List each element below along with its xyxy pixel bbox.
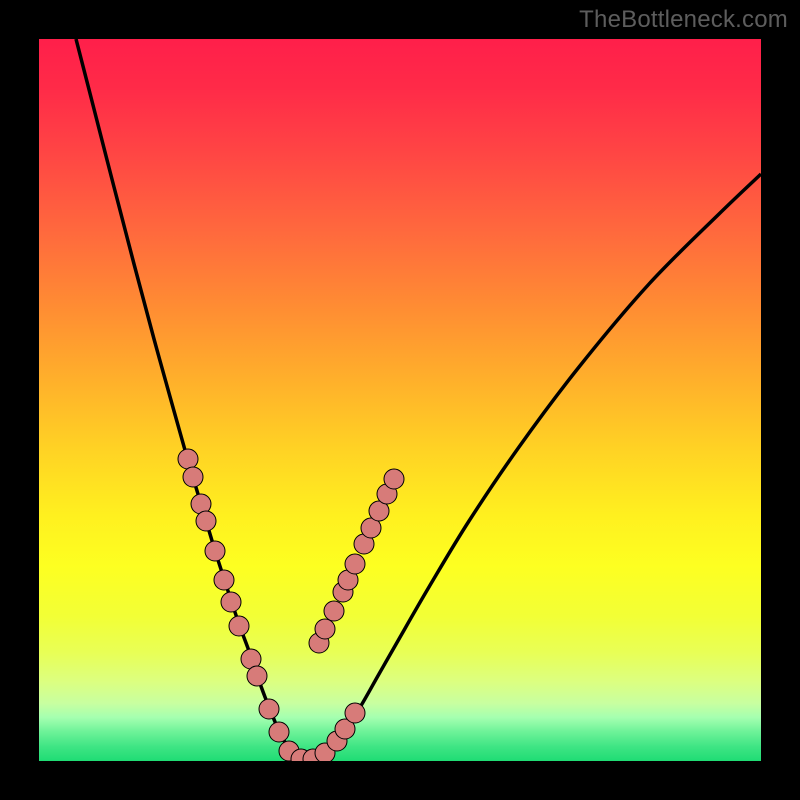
plot-area — [39, 39, 761, 761]
marker-group — [178, 449, 404, 761]
data-marker — [315, 619, 335, 639]
data-marker — [183, 467, 203, 487]
chart-overlay — [39, 39, 761, 761]
data-marker — [229, 616, 249, 636]
data-marker — [196, 511, 216, 531]
data-marker — [345, 703, 365, 723]
data-marker — [178, 449, 198, 469]
data-marker — [205, 541, 225, 561]
data-marker — [384, 469, 404, 489]
data-marker — [269, 722, 289, 742]
data-marker — [247, 666, 267, 686]
curve-line — [76, 39, 761, 761]
watermark-text: TheBottleneck.com — [579, 6, 788, 34]
data-marker — [324, 601, 344, 621]
data-marker — [259, 699, 279, 719]
data-marker — [214, 570, 234, 590]
data-marker — [221, 592, 241, 612]
data-marker — [345, 554, 365, 574]
chart-frame: TheBottleneck.com — [0, 0, 800, 800]
